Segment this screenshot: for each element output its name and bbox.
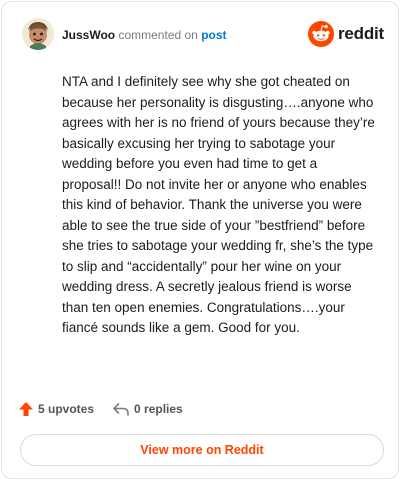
reply-arrow-icon bbox=[113, 403, 129, 416]
reddit-brand-link[interactable]: reddit bbox=[307, 20, 384, 48]
action-text: commented on bbox=[118, 28, 198, 42]
reddit-wordmark: reddit bbox=[337, 24, 384, 43]
upvote-button[interactable]: 5 upvotes bbox=[18, 401, 94, 417]
avatar-image bbox=[22, 18, 54, 50]
comment-header: JussWoo commented on post reddit bbox=[22, 18, 384, 54]
reply-button[interactable]: 0 replies bbox=[112, 401, 183, 417]
post-link[interactable]: post bbox=[201, 28, 226, 42]
comment-meta: JussWoo commented on post bbox=[62, 28, 227, 42]
upvote-arrow-icon bbox=[19, 402, 33, 416]
upvote-count: 5 upvotes bbox=[38, 402, 95, 416]
user-avatar[interactable] bbox=[22, 18, 54, 50]
reply-count: 0 replies bbox=[134, 402, 183, 416]
comment-body: NTA and I definitely see why she got che… bbox=[62, 74, 375, 335]
view-more-on-reddit-button[interactable]: View more on Reddit bbox=[20, 434, 384, 466]
embedded-comment-card: JussWoo commented on post reddit NTA and… bbox=[1, 1, 399, 479]
username-link[interactable]: JussWoo bbox=[62, 28, 115, 42]
comment-actions: 5 upvotes 0 replies bbox=[18, 398, 183, 420]
reddit-logo-icon bbox=[307, 21, 334, 47]
